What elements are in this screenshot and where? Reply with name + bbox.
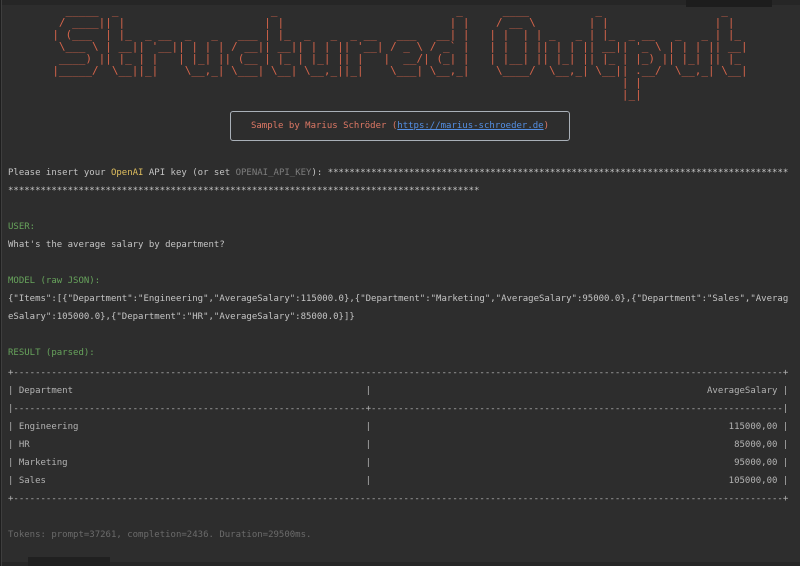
- user-message: What's the average salary by department?: [8, 240, 225, 250]
- prompt-text-after: ):: [311, 168, 328, 178]
- model-section: MODEL (raw JSON): {"Items":[{"Department…: [8, 272, 792, 326]
- token-stats-line: Tokens: prompt=37261, completion=2436. D…: [8, 530, 312, 540]
- openai-product-name: OpenAI: [110, 168, 144, 178]
- window-bottom-notch: [28, 557, 110, 566]
- window-top-edge: [0, 0, 800, 5]
- prompt-text-before: Please insert your: [8, 168, 111, 178]
- window-bottom-edge: [0, 562, 800, 566]
- model-raw-json: {"Items":[{"Department":"Engineering","A…: [8, 294, 789, 322]
- window-top-notch: [686, 0, 772, 7]
- env-var-name: OPENAI_API_KEY: [235, 168, 312, 178]
- result-section: RESULT (parsed): +----------------------…: [8, 344, 792, 508]
- result-table: +---------------------------------------…: [8, 368, 789, 504]
- user-section: USER: What's the average salary by depar…: [8, 218, 792, 254]
- ascii-banner: _____ _ _ _ ____ _ _ / ____|| | | | | | …: [52, 4, 748, 101]
- sample-credit-box: Sample by Marius Schröder (https://mariu…: [229, 111, 571, 141]
- sample-credit-prefix: Sample by Marius Schröder (: [250, 121, 398, 131]
- user-section-label: USER:: [8, 222, 36, 232]
- console-output-panel: _____ _ _ _ ____ _ _ / ____|| | | | | | …: [0, 0, 800, 566]
- window-left-edge: [0, 0, 2, 566]
- result-section-label: RESULT (parsed):: [8, 348, 95, 358]
- sample-credit-suffix: ): [543, 121, 550, 131]
- prompt-text-middle: API key (or set: [143, 168, 236, 178]
- model-section-label: MODEL (raw JSON):: [8, 276, 101, 286]
- author-website-link[interactable]: https://marius-schroeder.de: [397, 121, 543, 131]
- api-key-prompt-line: Please insert your OpenAI API key (or se…: [8, 164, 792, 200]
